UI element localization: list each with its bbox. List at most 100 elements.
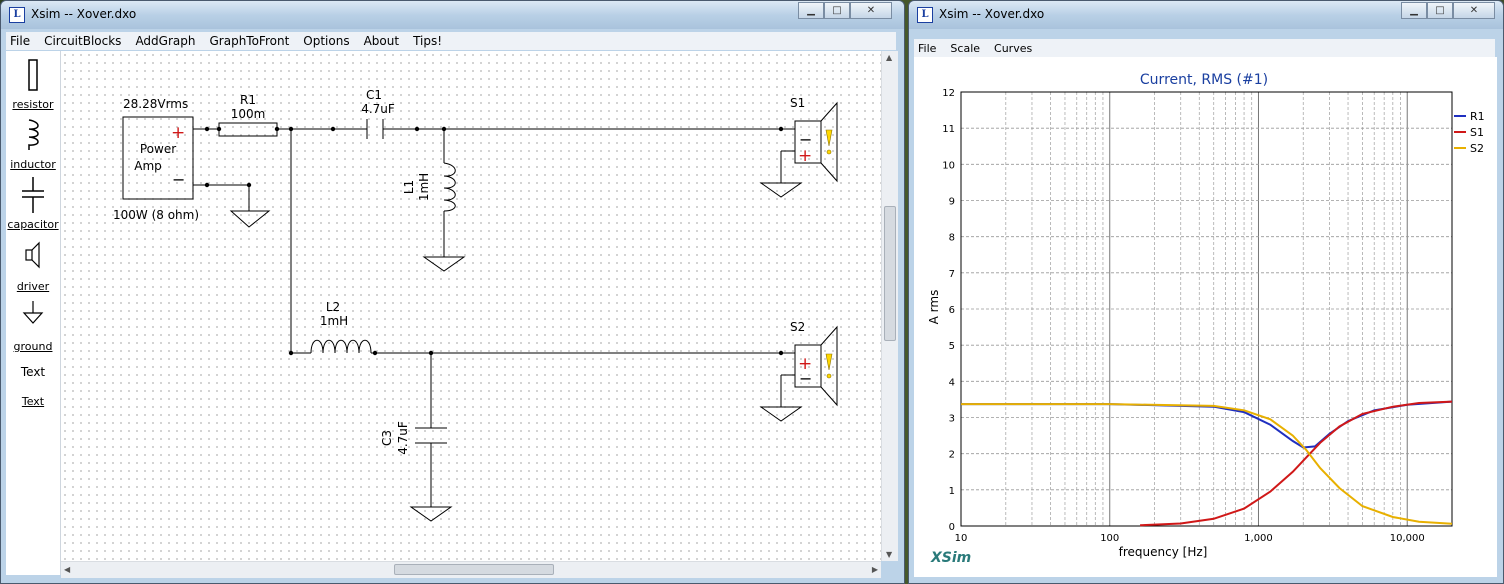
schematic-canvas[interactable]: + − − + + − 28.28Vrms Power Amp 100W (8 … [61, 51, 881, 561]
y-tick-label: 11 [942, 124, 955, 135]
amp-name-line1: Power [140, 142, 176, 156]
y-tick-label: 8 [949, 233, 955, 244]
l1-name: L1 [402, 180, 416, 194]
y-tick-label: 4 [949, 377, 955, 388]
palette-resistor[interactable]: resistor [6, 57, 60, 111]
x-tick-label: 1,000 [1244, 533, 1273, 544]
r1-name: R1 [240, 93, 256, 107]
current-rms-chart: Current, RMS (#1) frequency [Hz] A rms X… [927, 72, 1485, 566]
c1-value: 4.7uF [361, 102, 395, 116]
driver-icon [25, 241, 40, 269]
y-tick-label: 6 [949, 305, 955, 316]
palette-label: Text [21, 395, 45, 408]
menu-curves[interactable]: Curves [994, 42, 1032, 55]
vertical-scrollbar[interactable]: ▲ ▼ [881, 51, 898, 561]
x-tick-label: 10,000 [1390, 533, 1425, 544]
palette-ground[interactable]: ground [6, 299, 60, 353]
y-tick-label: 10 [942, 160, 955, 171]
palette-capacitor[interactable]: capacitor [6, 177, 60, 231]
graph-window: L Xsim -- Xover.dxo ▁ □ ✕ File Scale Cur… [908, 0, 1504, 584]
l2-inductor [310, 339, 372, 354]
legend-label: S1 [1470, 126, 1484, 139]
y-tick-label: 3 [949, 414, 955, 425]
menubar: File Scale Curves [914, 39, 1495, 57]
r1-resistor [218, 122, 278, 137]
scroll-left-icon[interactable]: ◀ [64, 565, 70, 574]
r1-value: 100m [231, 107, 266, 121]
minimize-button[interactable]: ▁ [798, 2, 824, 19]
horizontal-scroll-thumb[interactable] [394, 564, 554, 575]
app-icon[interactable]: L [917, 7, 933, 23]
menu-circuitblocks[interactable]: CircuitBlocks [44, 34, 121, 48]
ground-icon [22, 301, 44, 324]
palette-text[interactable]: Text Text [6, 365, 60, 408]
menu-addgraph[interactable]: AddGraph [135, 34, 195, 48]
y-tick-label: 2 [949, 450, 955, 461]
menu-file[interactable]: File [918, 42, 936, 55]
y-tick-label: 9 [949, 197, 955, 208]
s2-warning-icon [825, 353, 833, 379]
s2-label: S2 [790, 320, 805, 334]
amp-rating-label: 100W (8 ohm) [113, 208, 199, 222]
titlebar[interactable]: L Xsim -- Xover.dxo ▁ □ ✕ [1, 1, 904, 29]
scroll-right-icon[interactable]: ▶ [872, 565, 878, 574]
maximize-button[interactable]: □ [824, 2, 850, 19]
y-tick-label: 12 [942, 88, 955, 99]
xsim-watermark: XSim [930, 550, 971, 566]
l2-value: 1mH [320, 314, 348, 328]
menu-about[interactable]: About [364, 34, 399, 48]
palette-label: capacitor [7, 218, 59, 231]
inductor-icon [28, 119, 39, 150]
y-tick-label: 5 [949, 341, 955, 352]
x-axis-label: frequency [Hz] [1119, 545, 1208, 559]
amp-plus-sign: + [171, 123, 185, 143]
graph-area[interactable]: Current, RMS (#1) frequency [Hz] A rms X… [914, 57, 1497, 577]
series-line-s2 [961, 403, 1453, 525]
chart-title: Current, RMS (#1) [1140, 72, 1268, 88]
schematic-window: L Xsim -- Xover.dxo ▁ □ ✕ File CircuitBl… [0, 0, 905, 584]
resistor-icon [28, 59, 38, 91]
close-button[interactable]: ✕ [1453, 2, 1495, 19]
minimize-button[interactable]: ▁ [1401, 2, 1427, 19]
window-controls: ▁ □ ✕ [798, 2, 892, 19]
x-tick-label: 10 [955, 533, 968, 544]
scroll-up-icon[interactable]: ▲ [886, 53, 892, 62]
vertical-scroll-thumb[interactable] [884, 206, 896, 341]
menubar: File CircuitBlocks AddGraph GraphToFront… [6, 32, 896, 50]
amp-minus-sign: − [172, 170, 185, 189]
app-icon[interactable]: L [9, 7, 25, 23]
c3-value: 4.7uF [396, 421, 410, 455]
c3-name: C3 [380, 430, 394, 446]
maximize-button[interactable]: □ [1427, 2, 1453, 19]
horizontal-scrollbar[interactable]: ◀ ▶ [61, 561, 881, 578]
palette-label: inductor [10, 158, 56, 171]
titlebar[interactable]: L Xsim -- Xover.dxo ▁ □ ✕ [909, 1, 1503, 29]
palette-label: driver [16, 280, 50, 293]
s2-minus-sign: − [799, 369, 812, 388]
y-axis-label: A rms [927, 290, 941, 325]
menu-tips[interactable]: Tips! [413, 34, 442, 48]
ground-symbol [229, 210, 271, 228]
menu-options[interactable]: Options [303, 34, 349, 48]
amp-voltage-label: 28.28Vrms [123, 97, 188, 111]
palette-label: resistor [12, 98, 54, 111]
scroll-down-icon[interactable]: ▼ [886, 550, 892, 559]
y-tick-label: 7 [949, 269, 955, 280]
ground-symbol [759, 182, 803, 198]
c1-name: C1 [366, 88, 382, 102]
series-line-r1 [961, 400, 1453, 449]
palette-driver[interactable]: driver [6, 239, 60, 293]
s1-warning-icon [825, 129, 833, 155]
series-line-s1 [1140, 400, 1453, 527]
legend-label: S2 [1470, 142, 1484, 155]
component-palette: resistor inductor capacitor driver groun… [6, 51, 61, 575]
close-button[interactable]: ✕ [850, 2, 892, 19]
menu-file[interactable]: File [10, 34, 30, 48]
capacitor-icon [22, 177, 44, 213]
menu-graphtofront[interactable]: GraphToFront [209, 34, 289, 48]
menu-scale[interactable]: Scale [950, 42, 980, 55]
palette-inductor[interactable]: inductor [6, 117, 60, 171]
s1-label: S1 [790, 96, 805, 110]
l2-name: L2 [326, 300, 340, 314]
amp-name-line2: Amp [134, 159, 162, 173]
